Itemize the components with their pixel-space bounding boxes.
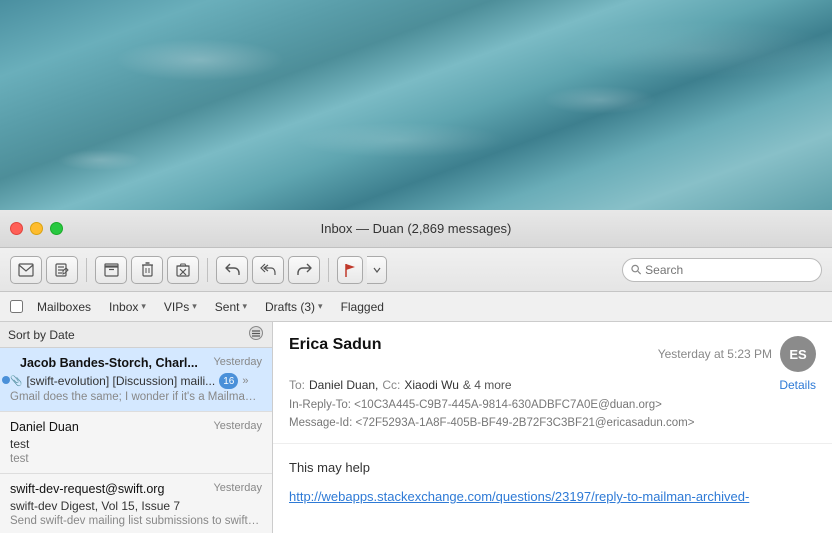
list-item[interactable]: Daniel Duan Yesterday test test [0, 412, 272, 474]
email-recipients: To: Daniel Duan, Cc: Xiaodi Wu & 4 more … [289, 378, 816, 392]
email-sender-name: Erica Sadun [289, 336, 381, 354]
message-subject: test [10, 437, 262, 451]
get-mail-button[interactable] [10, 256, 42, 284]
message-preview: Gmail does the same; I wonder if it's a … [10, 391, 262, 403]
toolbar [0, 248, 832, 292]
avatar: ES [780, 336, 816, 372]
archive-button[interactable] [95, 256, 127, 284]
desktop-background [0, 0, 832, 210]
message-list-panel: Sort by Date Jacob Bandes-Storch, Charl. [0, 322, 273, 533]
message-subject: 📎 [swift-evolution] [Discussion] maili..… [10, 373, 262, 389]
cc-more: & 4 more [463, 378, 512, 392]
message-header: Jacob Bandes-Storch, Charl... Yesterday [10, 356, 262, 370]
search-icon [631, 264, 641, 275]
toolbar-separator-3 [328, 258, 329, 282]
body-intro: This may help [289, 458, 816, 478]
email-date-avatar: Yesterday at 5:23 PM ES [658, 336, 816, 372]
attachment-icon: 📎 [10, 376, 22, 387]
cc-name: Xiaodi Wu [404, 378, 458, 392]
sort-bar[interactable]: Sort by Date [0, 322, 272, 348]
main-content: Sort by Date Jacob Bandes-Storch, Charl. [0, 322, 832, 533]
sender-name: Daniel Duan [10, 420, 79, 434]
sent-chevron-icon: ▾ [242, 301, 247, 312]
message-preview: Send swift-dev mailing list submissions … [10, 515, 262, 527]
message-date: Yesterday [213, 420, 262, 432]
forward-button[interactable] [288, 256, 320, 284]
nav-vips[interactable]: VIPs ▾ [156, 298, 205, 316]
sort-by-date-label[interactable]: Sort by Date [8, 328, 75, 342]
to-name: Daniel Duan, [309, 378, 378, 392]
search-field[interactable] [622, 258, 822, 282]
traffic-lights [10, 222, 63, 235]
reading-pane: Erica Sadun Yesterday at 5:23 PM ES To: … [273, 322, 832, 533]
maximize-button[interactable] [50, 222, 63, 235]
toolbar-separator-2 [207, 258, 208, 282]
unread-indicator [2, 376, 10, 384]
message-preview: test [10, 453, 262, 465]
in-reply-to: In-Reply-To: <10C3A445-C9B7-445A-9814-63… [289, 396, 816, 414]
list-item[interactable]: swift-dev-request@swift.org Yesterday sw… [0, 474, 272, 533]
delete-button[interactable] [131, 256, 163, 284]
vips-chevron-icon: ▾ [192, 301, 197, 312]
unread-count-badge: 16 [219, 373, 238, 389]
email-header: Erica Sadun Yesterday at 5:23 PM ES To: … [273, 322, 832, 444]
thread-expand-icon: » [242, 375, 248, 387]
window-title: Inbox — Duan (2,869 messages) [321, 221, 512, 236]
message-header: swift-dev-request@swift.org Yesterday [10, 482, 262, 496]
message-header: Daniel Duan Yesterday [10, 420, 262, 434]
cc-label: Cc: [382, 378, 400, 392]
nav-bar: Mailboxes Inbox ▾ VIPs ▾ Sent ▾ Drafts (… [0, 292, 832, 322]
body-link[interactable]: http://webapps.stackexchange.com/questio… [289, 489, 749, 504]
nav-inbox[interactable]: Inbox ▾ [101, 298, 154, 316]
email-meta: In-Reply-To: <10C3A445-C9B7-445A-9814-63… [289, 396, 816, 433]
junk-button[interactable] [167, 256, 199, 284]
details-link[interactable]: Details [779, 378, 816, 392]
message-date: Yesterday [213, 482, 262, 494]
email-from-line: Erica Sadun Yesterday at 5:23 PM ES [289, 336, 816, 372]
inbox-chevron-icon: ▾ [141, 301, 146, 312]
sort-icon [248, 326, 264, 343]
message-id: Message-Id: <72F5293A-1A8F-405B-BF49-2B7… [289, 414, 816, 432]
compose-button[interactable] [46, 256, 78, 284]
message-date: Yesterday [213, 356, 262, 368]
message-list: Jacob Bandes-Storch, Charl... Yesterday … [0, 348, 272, 533]
nav-flagged[interactable]: Flagged [333, 298, 392, 316]
close-button[interactable] [10, 222, 23, 235]
list-item[interactable]: Jacob Bandes-Storch, Charl... Yesterday … [0, 348, 272, 412]
sender-name: Jacob Bandes-Storch, Charl... [20, 356, 198, 370]
flag-button[interactable] [337, 256, 363, 284]
minimize-button[interactable] [30, 222, 43, 235]
nav-sent[interactable]: Sent ▾ [207, 298, 255, 316]
search-input[interactable] [645, 263, 813, 277]
email-body: This may help http://webapps.stackexchan… [273, 444, 832, 533]
email-date: Yesterday at 5:23 PM [658, 347, 772, 361]
message-subject: swift-dev Digest, Vol 15, Issue 7 [10, 499, 262, 513]
reply-all-button[interactable] [252, 256, 284, 284]
nav-mailboxes[interactable]: Mailboxes [29, 298, 99, 316]
toolbar-separator-1 [86, 258, 87, 282]
flag-dropdown-button[interactable] [367, 256, 387, 284]
to-label: To: [289, 378, 305, 392]
title-bar: Inbox — Duan (2,869 messages) [0, 210, 832, 248]
nav-drafts[interactable]: Drafts (3) ▾ [257, 298, 331, 316]
select-all-checkbox[interactable] [10, 300, 23, 313]
drafts-chevron-icon: ▾ [318, 301, 323, 312]
mail-window: Inbox — Duan (2,869 messages) [0, 210, 832, 533]
sender-name: swift-dev-request@swift.org [10, 482, 164, 496]
reply-button[interactable] [216, 256, 248, 284]
